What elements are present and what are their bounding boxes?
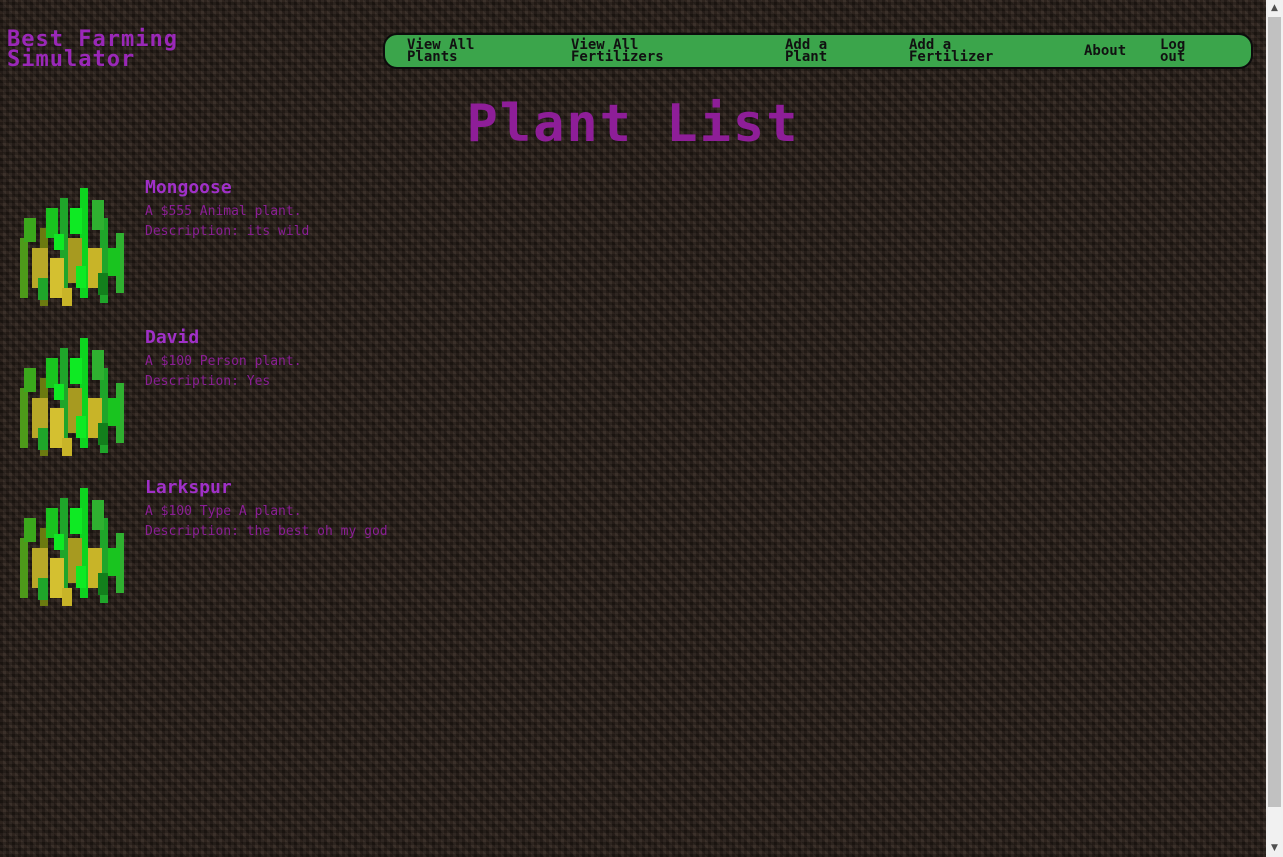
plant-name[interactable]: David [145,328,199,348]
plant-description: Description: its wild [145,224,310,239]
wheat-crop-icon [20,188,124,306]
nav-add-plant[interactable]: Add a Plant [785,38,827,64]
nav-view-all-fertilizers[interactable]: View All Fertilizers [571,38,664,64]
plant-name[interactable]: Larkspur [145,478,232,498]
plant-list-item: Larkspur A $100 Type A plant. Descriptio… [10,478,710,613]
nav-view-all-plants[interactable]: View All Plants [407,38,474,64]
triangle-down-icon[interactable]: ▼ [1266,840,1283,857]
plant-description: Description: Yes [145,374,271,389]
plant-list-item: David A $100 Person plant. Description: … [10,328,710,463]
site-title[interactable]: Best Farming Simulator [7,29,178,71]
nav-add-fertilizer[interactable]: Add a Fertilizer [909,38,993,64]
plant-summary: A $100 Type A plant. [145,504,302,519]
wheat-crop-icon [20,338,124,456]
plant-summary: A $100 Person plant. [145,354,302,369]
wheat-crop-icon [20,488,124,606]
vertical-scrollbar[interactable]: ▲ ▼ [1266,0,1283,857]
nav-log-out[interactable]: Log out [1160,38,1185,64]
plant-summary: A $555 Animal plant. [145,204,302,219]
page-title: Plant List [466,94,800,154]
plant-description: Description: the best oh my god [145,524,388,539]
page: Best Farming Simulator View All Plants V… [0,0,1266,857]
nav-about[interactable]: About [1084,44,1126,58]
main-navbar: View All Plants View All Fertilizers Add… [383,33,1253,69]
triangle-up-icon[interactable]: ▲ [1266,0,1283,17]
plant-list-item: Mongoose A $555 Animal plant. Descriptio… [10,178,710,313]
scrollbar-thumb[interactable] [1268,17,1281,807]
plant-name[interactable]: Mongoose [145,178,232,198]
